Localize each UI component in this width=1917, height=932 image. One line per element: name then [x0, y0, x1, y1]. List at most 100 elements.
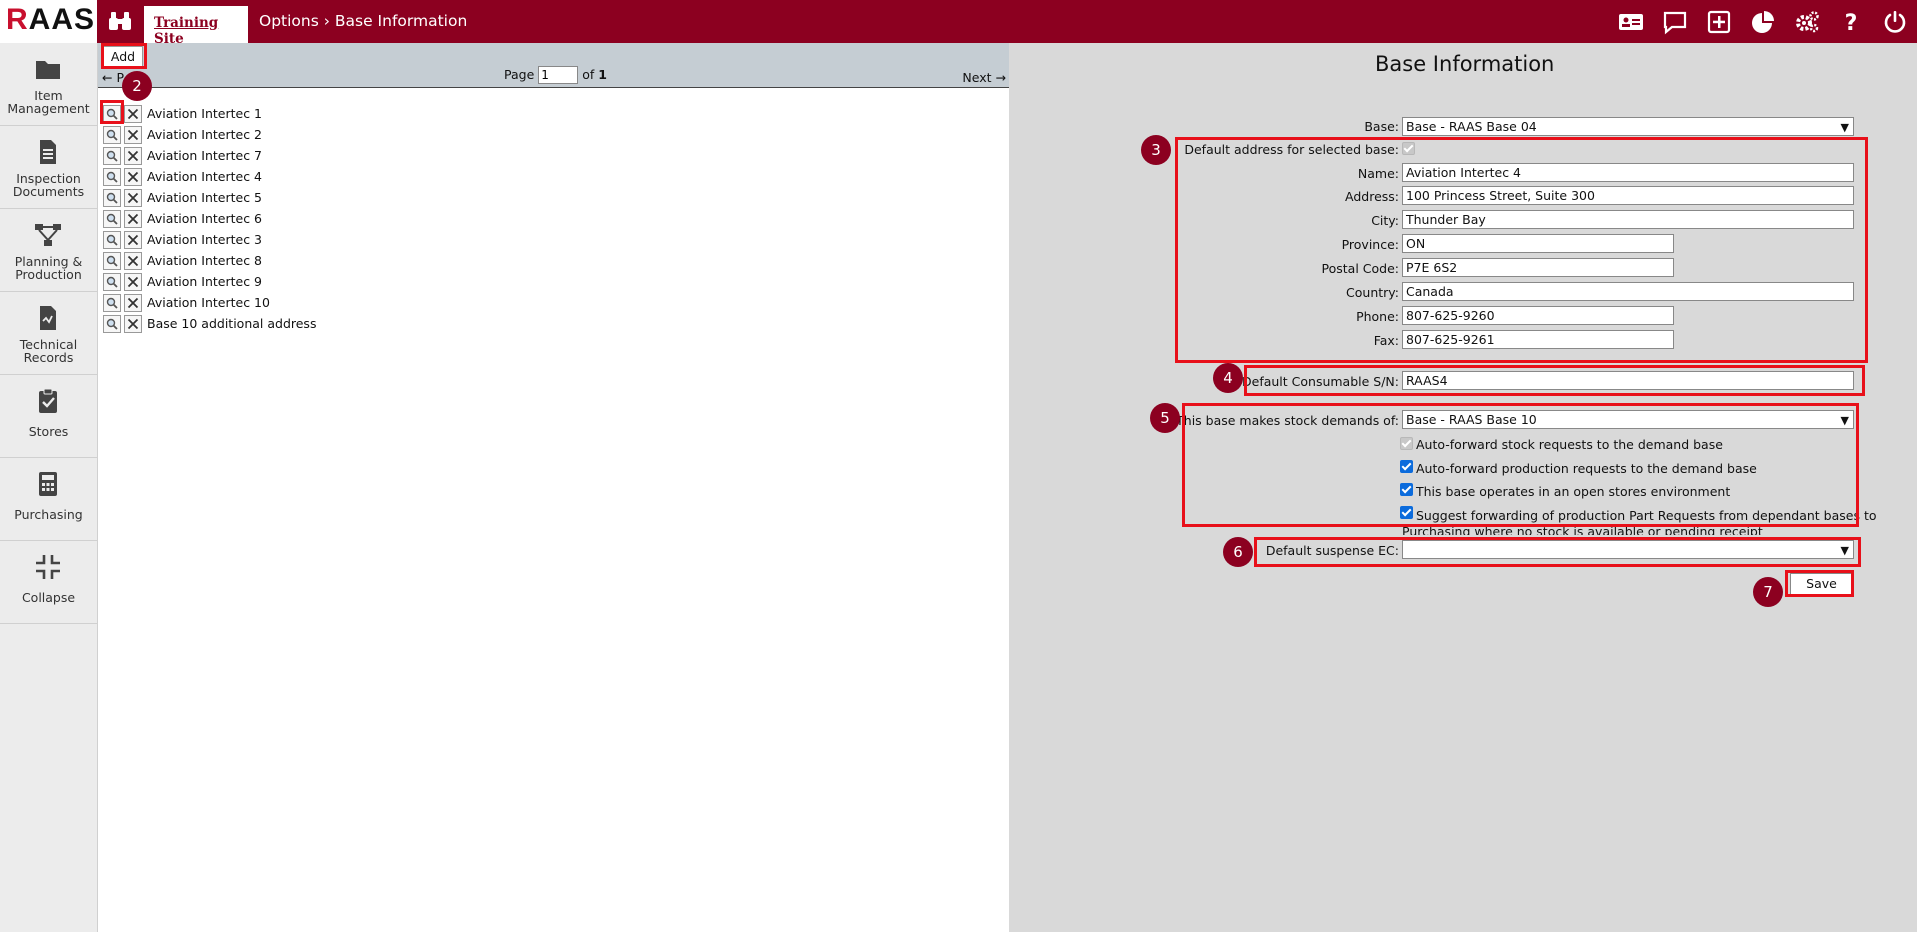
- suspense-ec-select[interactable]: ▼: [1402, 540, 1854, 559]
- list-item-label: Aviation Intertec 6: [147, 211, 262, 226]
- breadcrumb-options[interactable]: Options: [259, 12, 319, 30]
- magnifier-icon[interactable]: [103, 230, 121, 249]
- logo-r: R: [6, 3, 29, 36]
- raas-logo[interactable]: RAAS: [6, 3, 95, 37]
- list-item[interactable]: Aviation Intertec 2: [103, 124, 316, 145]
- sidebar-item-planning-production[interactable]: Planning & Production: [0, 209, 97, 292]
- list-item[interactable]: Aviation Intertec 6: [103, 208, 316, 229]
- list-item-label: Aviation Intertec 10: [147, 295, 270, 310]
- delete-icon[interactable]: [124, 293, 142, 312]
- plus-square-icon[interactable]: [1697, 0, 1741, 43]
- collapse-icon: [36, 555, 60, 579]
- delete-icon[interactable]: [124, 167, 142, 186]
- sidebar-item-purchasing[interactable]: Purchasing: [0, 458, 97, 541]
- fax-label: Fax:: [1373, 333, 1399, 348]
- id-card-icon[interactable]: [1609, 0, 1653, 43]
- magnifier-icon[interactable]: [103, 167, 121, 186]
- page-number-input[interactable]: [538, 66, 579, 84]
- default-address-checkbox[interactable]: [1402, 142, 1415, 155]
- country-field[interactable]: Canada: [1402, 282, 1854, 301]
- name-label: Name:: [1357, 166, 1399, 181]
- sidebar-item-label: Purchasing: [14, 507, 83, 522]
- delete-icon[interactable]: [124, 314, 142, 333]
- address-field[interactable]: 100 Princess Street, Suite 300: [1402, 186, 1854, 205]
- sidebar-item-collapse[interactable]: Collapse: [0, 541, 97, 624]
- list-item-label: Aviation Intertec 4: [147, 169, 262, 184]
- magnifier-icon[interactable]: [103, 188, 121, 207]
- delete-icon[interactable]: [124, 230, 142, 249]
- help-icon[interactable]: ?: [1829, 0, 1873, 43]
- base-select[interactable]: Base - RAAS Base 04 ▼: [1402, 117, 1854, 136]
- name-field[interactable]: Aviation Intertec 4: [1402, 163, 1854, 182]
- prev-page-link[interactable]: ← P: [102, 70, 124, 85]
- list-item[interactable]: Aviation Intertec 4: [103, 166, 316, 187]
- suggest-forwarding-label: Suggest forwarding of production Part Re…: [1416, 508, 1877, 523]
- auto-forward-production-checkbox[interactable]: [1400, 460, 1413, 473]
- top-bar: RAAS Training Site Options › Base Inform…: [0, 0, 1917, 47]
- list-item[interactable]: Aviation Intertec 8: [103, 250, 316, 271]
- open-stores-checkbox[interactable]: [1400, 483, 1413, 496]
- delete-icon[interactable]: [124, 251, 142, 270]
- svg-text:?: ?: [1845, 11, 1858, 35]
- country-label: Country:: [1346, 285, 1399, 300]
- add-button[interactable]: Add: [103, 46, 143, 68]
- list-item[interactable]: Aviation Intertec 7: [103, 145, 316, 166]
- chat-icon[interactable]: [1653, 0, 1697, 43]
- city-label: City:: [1371, 213, 1399, 228]
- document-icon: [40, 140, 56, 164]
- magnifier-icon[interactable]: [103, 293, 121, 312]
- postal-code-field[interactable]: P7E 6S2: [1402, 258, 1674, 277]
- sidebar-item-item-management[interactable]: Item Management: [0, 43, 97, 126]
- fax-field[interactable]: 807-625-9261: [1402, 330, 1674, 349]
- magnifier-icon[interactable]: [103, 272, 121, 291]
- power-icon[interactable]: [1873, 0, 1917, 43]
- magnifier-icon[interactable]: [103, 209, 121, 228]
- suggest-forwarding-label-cont: Purchasing where no stock is available o…: [1402, 524, 1763, 535]
- binoculars-icon[interactable]: [107, 10, 133, 32]
- province-field[interactable]: ON: [1402, 234, 1674, 253]
- magnifier-icon[interactable]: [103, 125, 121, 144]
- base-label: Base:: [1364, 119, 1399, 134]
- delete-icon[interactable]: [124, 146, 142, 165]
- delete-icon[interactable]: [124, 209, 142, 228]
- list-item[interactable]: Aviation Intertec 3: [103, 229, 316, 250]
- phone-field[interactable]: 807-625-9260: [1402, 306, 1674, 325]
- pie-chart-icon[interactable]: [1741, 0, 1785, 43]
- breadcrumb-current: Base Information: [334, 12, 468, 30]
- list-item[interactable]: Aviation Intertec 1: [103, 103, 316, 124]
- delete-icon[interactable]: [124, 104, 142, 123]
- magnifier-icon[interactable]: [103, 314, 121, 333]
- delete-icon[interactable]: [124, 188, 142, 207]
- save-button[interactable]: Save: [1790, 573, 1853, 595]
- sidebar-item-stores[interactable]: Stores: [0, 375, 97, 458]
- delete-icon[interactable]: [124, 272, 142, 291]
- list-item[interactable]: Base 10 additional address: [103, 313, 316, 334]
- sidebar-item-label: Technical Records: [19, 337, 78, 365]
- page-title: Base Information: [1375, 52, 1555, 76]
- sidebar-item-inspection-documents[interactable]: Inspection Documents: [0, 126, 97, 209]
- city-field[interactable]: Thunder Bay: [1402, 210, 1854, 229]
- magnifier-icon[interactable]: [103, 251, 121, 270]
- tab-training-site[interactable]: Training Site: [144, 6, 248, 47]
- suggest-forwarding-checkbox[interactable]: [1400, 506, 1413, 519]
- phone-label: Phone:: [1356, 309, 1399, 324]
- sidebar-item-label: Inspection Documents: [12, 171, 85, 199]
- consumable-sn-field[interactable]: RAAS4: [1402, 371, 1854, 390]
- magnifier-icon[interactable]: [103, 104, 121, 123]
- stock-demands-select[interactable]: Base - RAAS Base 10 ▼: [1402, 410, 1854, 429]
- list-item[interactable]: Aviation Intertec 10: [103, 292, 316, 313]
- next-page-link[interactable]: Next →: [962, 70, 1006, 85]
- province-label: Province:: [1341, 237, 1399, 252]
- logo-text: AAS: [28, 3, 96, 36]
- sidebar-item-technical-records[interactable]: Technical Records: [0, 292, 97, 375]
- magnifier-icon[interactable]: [103, 146, 121, 165]
- gears-icon[interactable]: [1785, 0, 1829, 43]
- page-total: 1: [598, 67, 607, 82]
- list-toolbar: Add ← P Page of 1 Next →: [98, 43, 1009, 88]
- annotation-badge: 2: [122, 71, 152, 101]
- annotation-badge: 4: [1213, 363, 1243, 393]
- delete-icon[interactable]: [124, 125, 142, 144]
- list-item[interactable]: Aviation Intertec 9: [103, 271, 316, 292]
- list-item[interactable]: Aviation Intertec 5: [103, 187, 316, 208]
- auto-forward-stock-checkbox[interactable]: [1400, 437, 1413, 450]
